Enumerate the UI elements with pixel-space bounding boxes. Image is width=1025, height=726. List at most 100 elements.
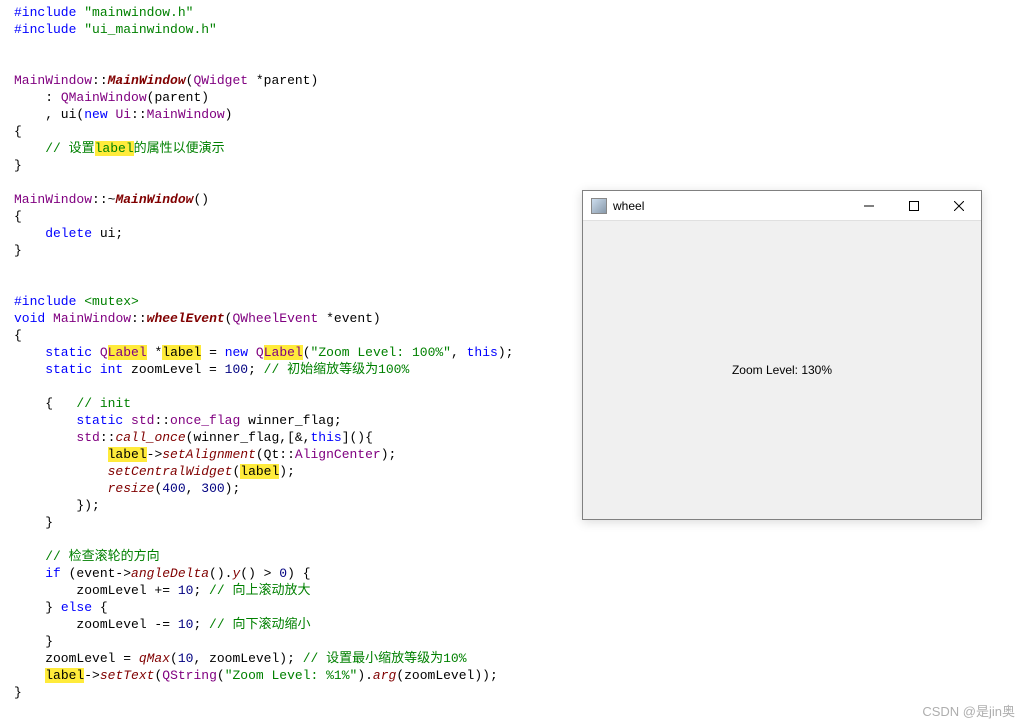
function: angleDelta — [131, 566, 209, 581]
string: "ui_mainwindow.h" — [84, 22, 217, 37]
text: (Qt:: — [256, 447, 295, 462]
function: qMax — [139, 651, 170, 666]
paren: ) — [225, 107, 233, 122]
type: QWheelEvent — [232, 311, 318, 326]
indent — [14, 447, 108, 462]
keyword: static — [14, 345, 92, 360]
maximize-icon — [909, 201, 919, 211]
number: 400 — [162, 481, 185, 496]
text: ); — [279, 464, 295, 479]
keyword: static — [14, 362, 92, 377]
zoom-label: Zoom Level: 130% — [732, 363, 832, 377]
comment: // 向下滚动缩小 — [201, 617, 310, 632]
minimize-button[interactable] — [846, 191, 891, 220]
indent — [14, 481, 108, 496]
brace: } — [14, 634, 53, 649]
operator: :: — [92, 73, 108, 88]
string: <mutex> — [84, 294, 139, 309]
keyword: void — [14, 311, 45, 326]
text: ](){ — [342, 430, 373, 445]
type: std — [123, 413, 154, 428]
text: ); — [225, 481, 241, 496]
text: *parent) — [248, 73, 318, 88]
text — [45, 311, 53, 326]
brace: } — [14, 158, 22, 173]
text: zoomLevel -= — [14, 617, 178, 632]
type: Ui — [115, 107, 131, 122]
maximize-button[interactable] — [891, 191, 936, 220]
indent — [14, 668, 45, 683]
number: 10 — [178, 617, 194, 632]
text: * — [147, 345, 163, 360]
keyword: if — [14, 566, 61, 581]
brace: { — [14, 396, 53, 411]
text: = — [201, 345, 224, 360]
text: (zoomLevel)); — [396, 668, 497, 683]
operator: :: — [154, 413, 170, 428]
text: (winner_flag,[&, — [186, 430, 311, 445]
number: 0 — [279, 566, 287, 581]
type: MainWindow — [14, 192, 92, 207]
brace: { — [14, 209, 22, 224]
operator: :: — [100, 430, 116, 445]
function: setCentralWidget — [108, 464, 233, 479]
brace: } — [14, 685, 22, 700]
text: (event-> — [61, 566, 131, 581]
text: ; — [248, 362, 256, 377]
function: setText — [100, 668, 155, 683]
text: ). — [357, 668, 373, 683]
text: zoomLevel = — [123, 362, 224, 377]
text: winner_flag; — [240, 413, 341, 428]
text: , — [186, 481, 202, 496]
text: } — [14, 600, 61, 615]
window-controls — [846, 191, 981, 220]
paren: ( — [217, 668, 225, 683]
comment: // 向上滚动放大 — [201, 583, 310, 598]
keyword: else — [61, 600, 92, 615]
type: MainWindow — [53, 311, 131, 326]
text: zoomLevel = — [14, 651, 139, 666]
app-window[interactable]: wheel Zoom Level: 130% — [582, 190, 982, 520]
app-titlebar[interactable]: wheel — [583, 191, 981, 221]
comment: 的属性以便演示 — [134, 141, 225, 156]
minimize-icon — [864, 201, 874, 211]
keyword: new — [225, 345, 248, 360]
type: QLabel — [256, 345, 303, 360]
comment: // 初始缩放等级为100% — [256, 362, 409, 377]
highlight: label — [162, 345, 201, 360]
app-icon — [591, 198, 607, 214]
parens: () — [193, 192, 209, 207]
string: "Zoom Level: %1%" — [225, 668, 358, 683]
type: MainWindow — [14, 73, 92, 88]
indent — [14, 464, 108, 479]
app-client-area[interactable]: Zoom Level: 130% — [583, 221, 981, 519]
number: 10 — [178, 583, 194, 598]
comment: // 检查滚轮的方向 — [14, 549, 160, 564]
string: "mainwindow.h" — [84, 5, 193, 20]
number: 100 — [225, 362, 248, 377]
keyword: static — [14, 413, 123, 428]
text: ); — [381, 447, 397, 462]
text: () > — [240, 566, 279, 581]
keyword: #include — [14, 5, 76, 20]
type: AlignCenter — [295, 447, 381, 462]
function: MainWindow — [115, 192, 193, 207]
close-button[interactable] — [936, 191, 981, 220]
number: 10 — [178, 651, 194, 666]
type: std — [14, 430, 100, 445]
text: (parent) — [147, 90, 209, 105]
type: once_flag — [170, 413, 240, 428]
keyword: new — [84, 107, 107, 122]
close-icon — [954, 201, 964, 211]
keyword: #include — [14, 294, 76, 309]
type: QMainWindow — [61, 90, 147, 105]
highlight: label — [45, 668, 84, 683]
highlight: label — [95, 141, 134, 156]
operator: :: — [131, 107, 147, 122]
text: , ui( — [14, 107, 84, 122]
highlight: label — [108, 447, 147, 462]
comment: // 设置 — [14, 141, 95, 156]
brace: { — [14, 328, 22, 343]
text: zoomLevel += — [14, 583, 178, 598]
text: ui; — [92, 226, 123, 241]
